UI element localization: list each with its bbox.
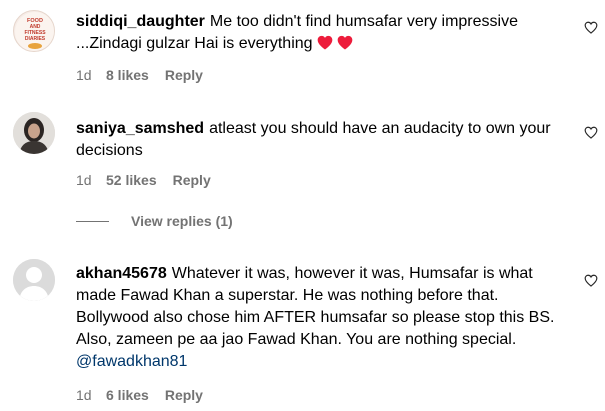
- red-heart-emoji-icon: [317, 35, 333, 57]
- view-replies-divider: [76, 220, 109, 222]
- comment-text: saniya_samshed atleast you should have an…: [76, 118, 572, 162]
- default-avatar-icon: [13, 259, 55, 301]
- comment-username[interactable]: siddiqi_daughter: [76, 13, 205, 30]
- comment-item: akhan45678 Whatever it was, however it wa…: [0, 255, 605, 411]
- heart-outline-icon[interactable]: [584, 274, 600, 290]
- comment-text: siddiqi_daughter Me too didn't find humsa…: [76, 11, 572, 57]
- view-replies-button[interactable]: View replies (1): [76, 213, 233, 229]
- svg-text:DIARIES: DIARIES: [25, 36, 46, 42]
- comment-username[interactable]: akhan45678: [76, 265, 167, 282]
- comment-likes[interactable]: 6 likes: [106, 386, 149, 404]
- comment-time: 1d: [76, 172, 92, 188]
- comment-meta: 1d 52 likes Reply: [76, 171, 211, 189]
- red-heart-emoji-icon: [337, 35, 353, 57]
- comment-meta: 1d 6 likes Reply: [76, 386, 203, 404]
- mention-link[interactable]: @fawadkhan81: [76, 353, 187, 370]
- reply-button[interactable]: Reply: [165, 66, 203, 84]
- heart-outline-icon[interactable]: [584, 126, 600, 142]
- comment-time: 1d: [76, 387, 92, 403]
- view-replies-label: View replies (1): [131, 213, 233, 229]
- reply-button[interactable]: Reply: [165, 386, 203, 404]
- comment-likes[interactable]: 52 likes: [106, 171, 157, 189]
- profile-photo-icon: [13, 112, 55, 154]
- food-fitness-logo-icon: FOOD AND FITNESS DIARIES: [15, 12, 54, 51]
- avatar[interactable]: FOOD AND FITNESS DIARIES: [13, 10, 55, 52]
- comment-text: akhan45678 Whatever it was, however it wa…: [76, 263, 572, 373]
- heart-outline-icon[interactable]: [584, 21, 600, 37]
- comment-time: 1d: [76, 67, 92, 83]
- avatar[interactable]: [13, 112, 55, 154]
- default-avatar[interactable]: [13, 259, 55, 301]
- comment-likes[interactable]: 8 likes: [106, 66, 149, 84]
- reply-button[interactable]: Reply: [173, 171, 211, 189]
- comment-username[interactable]: saniya_samshed: [76, 120, 204, 137]
- comment-meta: 1d 8 likes Reply: [76, 66, 203, 84]
- comment-item: FOOD AND FITNESS DIARIES siddiqi_daughte…: [0, 0, 605, 100]
- comment-item: saniya_samshed atleast you should have an…: [0, 100, 605, 200]
